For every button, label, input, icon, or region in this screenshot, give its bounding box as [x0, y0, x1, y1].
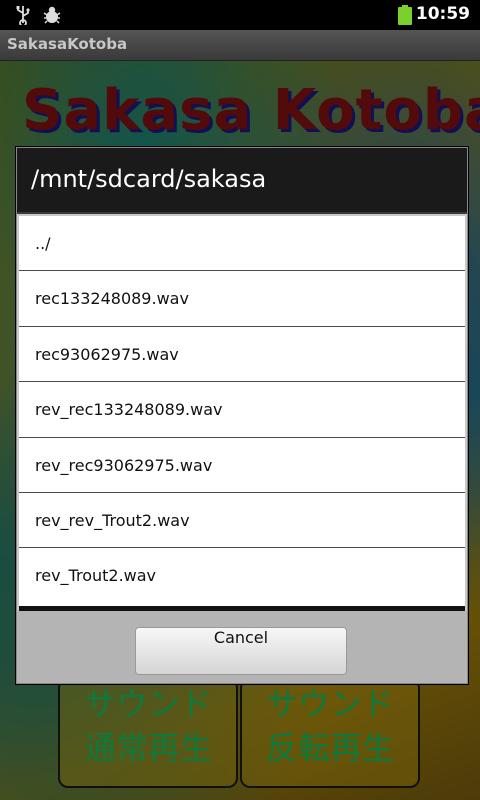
usb-icon [16, 6, 30, 25]
file-list-item[interactable]: rev_rec133248089.wav [19, 382, 465, 438]
file-name: rec133248089.wav [35, 289, 189, 309]
file-name: rev_rec93062975.wav [35, 455, 213, 475]
cancel-button[interactable]: Cancel [135, 627, 347, 675]
file-list-item[interactable]: ../ [19, 216, 465, 272]
dialog-title: /mnt/sdcard/sakasa [31, 165, 267, 193]
file-name: rec93062975.wav [35, 344, 179, 364]
clock: 10:59 [415, 4, 470, 24]
app-logo: Sakasa Kotoba [22, 78, 480, 143]
reverse-play-label-line1: サウンド [265, 685, 394, 723]
file-name: rev_rec133248089.wav [35, 400, 223, 420]
file-list-item[interactable]: rev_Trout2.wav [19, 548, 465, 603]
file-list-item[interactable]: rec93062975.wav [19, 327, 465, 383]
battery-icon [398, 5, 412, 25]
file-name: ../ [35, 234, 51, 253]
normal-play-label-line1: サウンド [83, 685, 212, 723]
app-title-bar: SakasaKotoba [0, 30, 480, 61]
file-name: rev_rev_Trout2.wav [35, 510, 190, 530]
file-list-item[interactable]: rev_rev_Trout2.wav [19, 493, 465, 549]
debug-bug-icon [43, 6, 61, 24]
reverse-play-label-line2: 反転再生 [265, 729, 394, 767]
file-list[interactable]: ../ rec133248089.wav rec93062975.wav rev… [19, 216, 465, 606]
file-list-item[interactable]: rev_rec93062975.wav [19, 438, 465, 493]
normal-play-label-line2: 通常再生 [83, 729, 212, 767]
dialog-title-bar: /mnt/sdcard/sakasa [17, 148, 467, 214]
reverse-play-button[interactable]: サウンド 反転再生 [240, 678, 420, 788]
normal-play-button[interactable]: サウンド 通常再生 [58, 678, 238, 788]
app-title: SakasaKotoba [7, 35, 128, 53]
dialog-button-bar: Cancel [17, 611, 467, 683]
file-chooser-dialog: /mnt/sdcard/sakasa ../ rec133248089.wav … [16, 147, 468, 684]
file-list-item[interactable]: rec133248089.wav [19, 271, 465, 327]
file-name: rev_Trout2.wav [35, 566, 157, 586]
status-bar: 10:59 [0, 0, 480, 30]
